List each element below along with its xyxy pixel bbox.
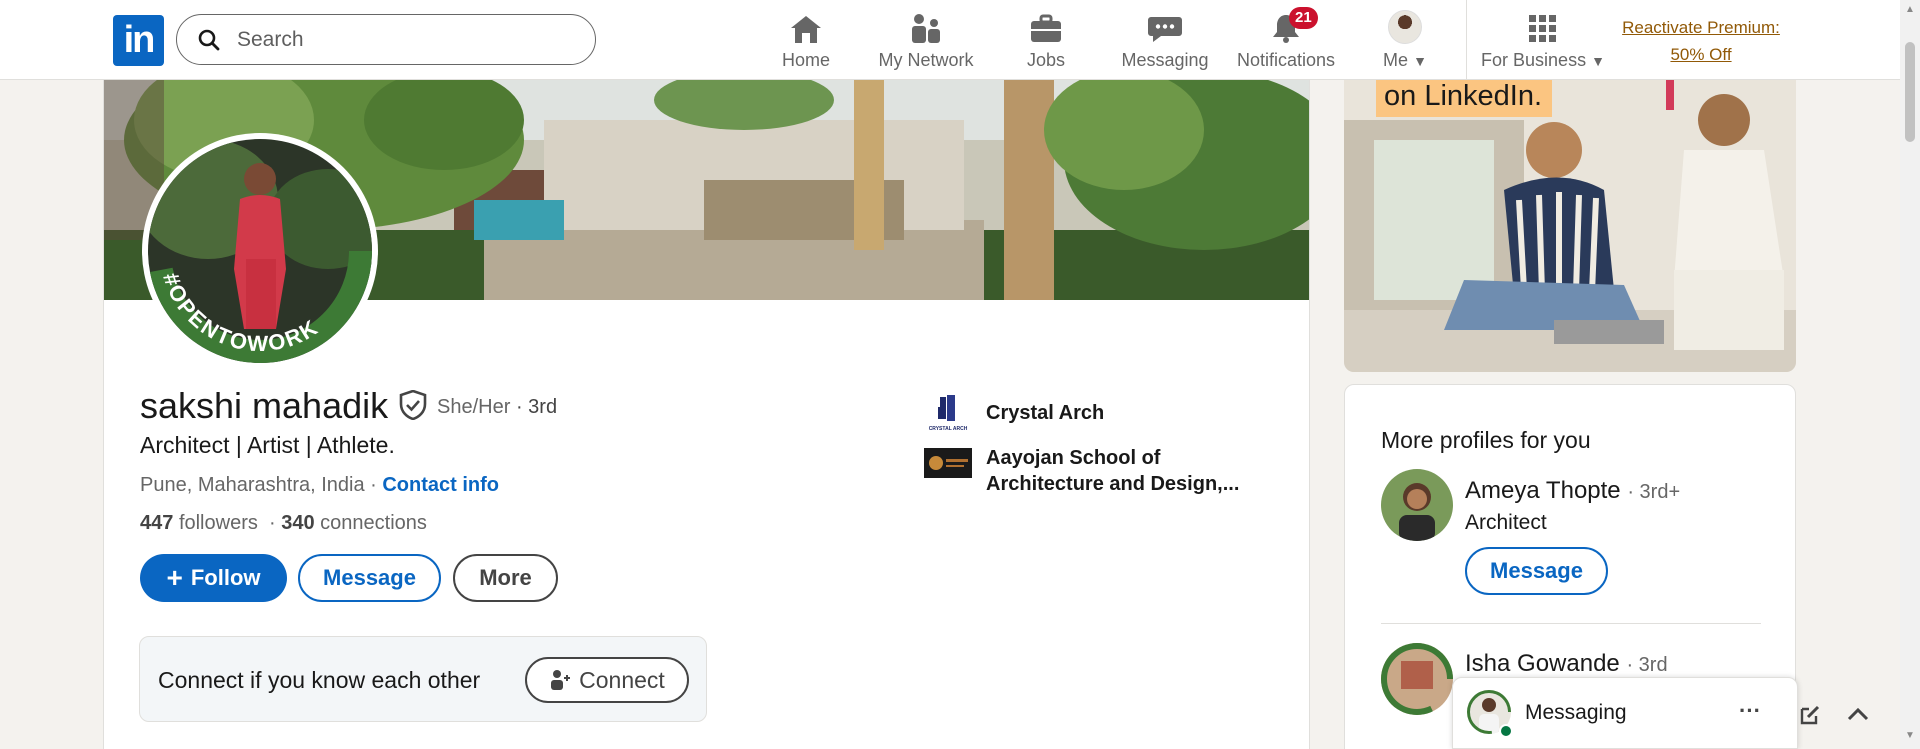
scroll-up-arrow[interactable]: ▲ bbox=[1905, 4, 1915, 15]
message-button[interactable]: Message bbox=[298, 554, 441, 602]
crystal-arch-logo: CRYSTAL ARCH bbox=[929, 395, 968, 432]
home-icon bbox=[791, 16, 821, 43]
search-box[interactable] bbox=[176, 14, 596, 65]
more-profiles-title: More profiles for you bbox=[1381, 427, 1591, 453]
page-scrollbar[interactable]: ▲ ▼ bbox=[1900, 0, 1920, 749]
nav-jobs[interactable]: Jobs bbox=[1010, 10, 1082, 71]
people-icon bbox=[912, 14, 940, 43]
me-avatar bbox=[1388, 10, 1422, 44]
experience-name: Crystal Arch bbox=[986, 402, 1105, 424]
profile-avatar-ameya[interactable] bbox=[1381, 469, 1453, 541]
notification-badge: 21 bbox=[1289, 7, 1318, 29]
add-person-icon bbox=[551, 670, 571, 690]
compose-icon[interactable] bbox=[1799, 704, 1821, 726]
nav-notifications[interactable]: 21 Notifications bbox=[1234, 7, 1338, 71]
followers-count[interactable]: 447 followers bbox=[140, 512, 258, 534]
premium-line-2: 50% Off bbox=[1670, 45, 1732, 64]
scrollbar-thumb[interactable] bbox=[1905, 42, 1915, 142]
opentowork-frame: #OPENTOWORK bbox=[148, 250, 372, 363]
connect-button[interactable]: Connect bbox=[525, 657, 689, 703]
nav-label: Me ▼ bbox=[1383, 50, 1427, 70]
education-name: Aayojan School of Architecture and Desig… bbox=[986, 447, 1240, 495]
connections-count[interactable]: 340 connections bbox=[281, 512, 427, 534]
search-icon bbox=[198, 29, 220, 51]
nav-label: Messaging bbox=[1121, 50, 1209, 70]
connection-degree: · 3rd bbox=[515, 396, 558, 418]
verified-shield-icon[interactable] bbox=[399, 390, 427, 420]
person-title: Architect bbox=[1465, 511, 1547, 534]
nav-home[interactable]: Home bbox=[770, 10, 842, 71]
reactivate-premium-link[interactable]: Reactivate Premium: 50% Off bbox=[1608, 14, 1794, 68]
scroll-down-arrow[interactable]: ▼ bbox=[1905, 730, 1915, 741]
nav-label: Jobs bbox=[1026, 50, 1066, 70]
online-status-dot bbox=[1499, 724, 1513, 738]
nav-for-business[interactable]: For Business ▼ bbox=[1480, 10, 1606, 71]
ellipsis-icon[interactable]: ··· bbox=[1739, 698, 1761, 724]
search-input[interactable] bbox=[237, 25, 577, 55]
linkedin-logo[interactable]: in bbox=[113, 15, 164, 66]
pronouns: She/Her · 3rd bbox=[437, 396, 558, 418]
nav-divider bbox=[1466, 0, 1467, 80]
profile-stats: 447 followers · 340 connections bbox=[140, 512, 427, 534]
connect-prompt: Connect if you know each other bbox=[158, 667, 481, 693]
nav-label: Notifications bbox=[1236, 50, 1336, 70]
contact-info-link[interactable]: Contact info bbox=[382, 474, 499, 496]
sidebar-ad[interactable]: on LinkedIn. bbox=[1344, 80, 1796, 372]
profile-location: Pune, Maharashtra, India · Contact info bbox=[140, 474, 500, 496]
chat-icon bbox=[1148, 17, 1182, 42]
aayojan-school-logo bbox=[924, 448, 972, 478]
profile-avatar-isha[interactable] bbox=[1381, 643, 1453, 715]
profile-avatar[interactable]: #OPENTOWORK bbox=[142, 133, 378, 369]
nav-label: My Network bbox=[878, 50, 974, 70]
nav-me[interactable]: Me ▼ bbox=[1370, 10, 1440, 71]
profile-headline: Architect | Artist | Athlete. bbox=[140, 432, 395, 458]
nav-label: For Business ▼ bbox=[1481, 50, 1605, 70]
messaging-overlay[interactable]: Messaging ··· bbox=[1452, 677, 1869, 749]
profile-card: #OPENTOWORK sakshi mahadik She/Her · 3rd… bbox=[103, 80, 1310, 749]
nav-label: Home bbox=[781, 50, 830, 70]
person-message-button[interactable]: Message bbox=[1465, 547, 1608, 595]
chevron-down-icon: ▼ bbox=[1591, 53, 1605, 69]
connect-suggestion: Connect if you know each other Connect bbox=[139, 636, 707, 722]
grid-icon bbox=[1529, 15, 1556, 42]
divider bbox=[1381, 623, 1761, 624]
svg-text:CRYSTAL ARCH: CRYSTAL ARCH bbox=[929, 426, 968, 432]
nav-my-network[interactable]: My Network bbox=[872, 10, 980, 71]
more-button[interactable]: More bbox=[453, 554, 558, 602]
messaging-label: Messaging bbox=[1525, 701, 1627, 724]
briefcase-icon bbox=[1031, 14, 1061, 42]
person-name[interactable]: Isha Gowande · 3rd bbox=[1465, 650, 1668, 678]
nav-messaging[interactable]: Messaging bbox=[1118, 10, 1212, 71]
premium-line-1: Reactivate Premium: bbox=[1622, 18, 1780, 37]
top-nav: in Home My Network Jobs Messaging 21 Not… bbox=[0, 0, 1920, 80]
person-name[interactable]: Ameya Thopte · 3rd+ bbox=[1465, 477, 1680, 505]
follow-button[interactable]: + Follow bbox=[140, 554, 287, 602]
chevron-up-icon[interactable] bbox=[1847, 706, 1869, 722]
chevron-down-icon: ▼ bbox=[1413, 53, 1427, 69]
plus-icon: + bbox=[166, 562, 183, 593]
ad-tagline: on LinkedIn. bbox=[1376, 80, 1553, 117]
profile-name: sakshi mahadik bbox=[140, 385, 389, 426]
